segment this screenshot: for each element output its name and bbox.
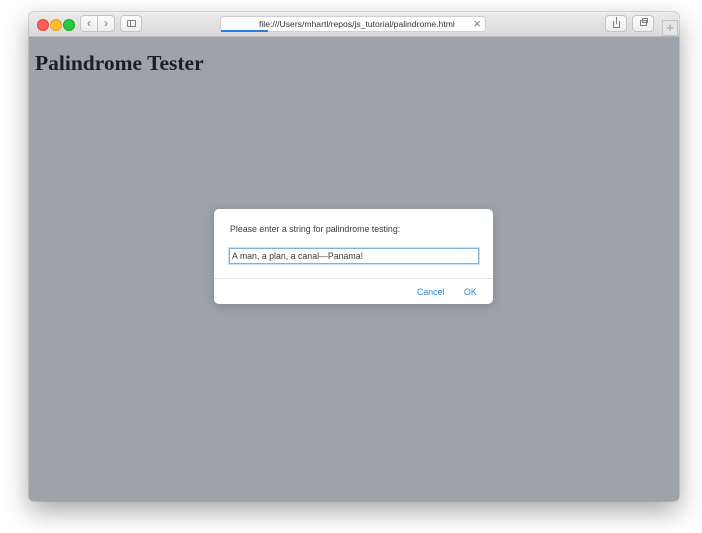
page-content: Palindrome Tester Please enter a string … <box>29 37 679 501</box>
page-title: Palindrome Tester <box>35 51 204 75</box>
sidebar-icon <box>127 20 136 27</box>
cancel-button[interactable]: Cancel <box>417 286 444 298</box>
dialog-message: Please enter a string for palindrome tes… <box>230 224 401 234</box>
new-tab-button[interactable]: + <box>662 20 678 36</box>
navigation-buttons: ‹ › <box>80 15 115 32</box>
dialog-divider <box>214 278 493 279</box>
minimize-window-button[interactable] <box>50 19 62 31</box>
chevron-right-icon: › <box>104 16 108 30</box>
chevron-left-icon: ‹ <box>87 16 91 30</box>
plus-icon: + <box>666 20 674 35</box>
browser-window: ‹ › file:///Users/mhartl/repos/js_tutori… <box>29 12 679 501</box>
show-all-tabs-button[interactable] <box>632 15 654 32</box>
back-button[interactable]: ‹ <box>80 15 98 32</box>
stop-loading-icon[interactable]: × <box>473 17 481 31</box>
ok-button[interactable]: OK <box>464 286 477 298</box>
palindrome-input[interactable] <box>229 248 479 264</box>
page-load-progress-bar <box>221 30 268 32</box>
address-bar[interactable]: file:///Users/mhartl/repos/js_tutorial/p… <box>220 16 486 32</box>
forward-button[interactable]: › <box>97 15 115 32</box>
address-url: file:///Users/mhartl/repos/js_tutorial/p… <box>259 19 455 29</box>
maximize-window-button[interactable] <box>63 19 75 31</box>
share-icon <box>613 17 620 28</box>
sidebar-toggle-button[interactable] <box>120 15 142 32</box>
browser-toolbar: ‹ › file:///Users/mhartl/repos/js_tutori… <box>29 12 679 37</box>
tabs-overview-icon <box>640 18 648 26</box>
share-button[interactable] <box>605 15 627 32</box>
prompt-dialog: Please enter a string for palindrome tes… <box>214 209 493 304</box>
close-window-button[interactable] <box>37 19 49 31</box>
